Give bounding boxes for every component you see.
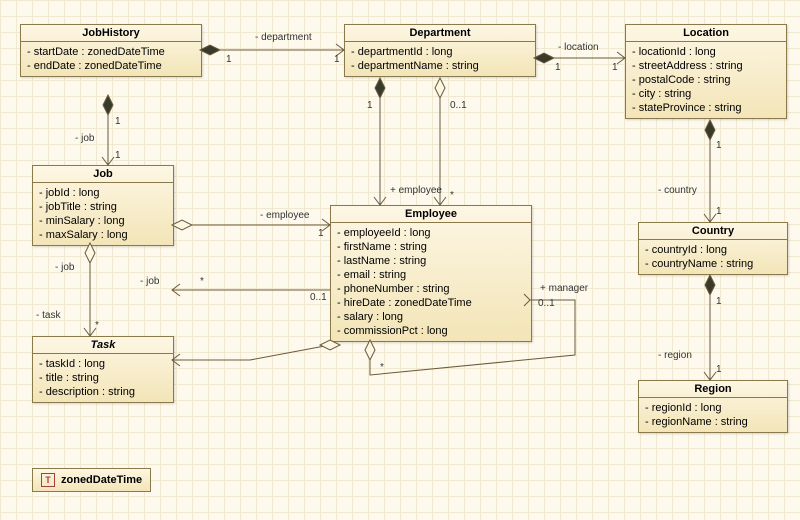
class-region[interactable]: Region - regionId : long - regionName : … [638, 380, 788, 433]
class-attr: - departmentName : string [351, 59, 529, 73]
class-title: Region [694, 383, 731, 395]
mult-label: 1 [318, 228, 324, 239]
class-title: Department [409, 27, 470, 39]
mult-label: * [450, 190, 454, 201]
mult-label: * [200, 276, 204, 287]
mult-label: 1 [334, 54, 340, 65]
mult-label: 1 [115, 116, 121, 127]
class-title: Job [93, 168, 113, 180]
mult-label: 1 [716, 296, 722, 307]
class-attr: - endDate : zonedDateTime [27, 59, 195, 73]
mult-label: 0..1 [450, 100, 467, 111]
assoc-label: - location [558, 42, 599, 53]
mult-label: * [95, 320, 99, 331]
class-attr: - locationId : long [632, 45, 780, 59]
stereotype-icon: T [41, 473, 55, 487]
class-title: Location [683, 27, 729, 39]
class-title: Country [692, 225, 734, 237]
assoc-label: - region [658, 350, 692, 361]
class-attr: - jobId : long [39, 186, 167, 200]
assoc-label: - job [75, 133, 94, 144]
assoc-label: - country [658, 185, 697, 196]
class-attr: - employeeId : long [337, 226, 525, 240]
class-attr: - phoneNumber : string [337, 282, 525, 296]
class-attr: - hireDate : zonedDateTime [337, 296, 525, 310]
mult-label: * [380, 362, 384, 373]
class-attr: - postalCode : string [632, 73, 780, 87]
mult-label: 1 [612, 62, 618, 73]
class-attr: - countryName : string [645, 257, 781, 271]
class-title: Employee [405, 208, 457, 220]
mult-label: 1 [716, 140, 722, 151]
assoc-label: - job [55, 262, 74, 273]
assoc-label: - employee [260, 210, 309, 221]
class-country[interactable]: Country - countryId : long - countryName… [638, 222, 788, 275]
class-attr: - email : string [337, 268, 525, 282]
class-title: Task [91, 339, 116, 351]
class-attr: - regionId : long [645, 401, 781, 415]
class-attr: - firstName : string [337, 240, 525, 254]
class-attr: - minSalary : long [39, 214, 167, 228]
class-location[interactable]: Location - locationId : long - streetAdd… [625, 24, 787, 119]
class-title: JobHistory [82, 27, 139, 39]
class-task[interactable]: Task - taskId : long - title : string - … [32, 336, 174, 403]
class-attr: - stateProvince : string [632, 101, 780, 115]
assoc-label: + manager [540, 283, 588, 294]
class-attr: - regionName : string [645, 415, 781, 429]
datatype-zoneddatetime[interactable]: TzonedDateTime [32, 468, 151, 492]
class-attr: - commissionPct : long [337, 324, 525, 338]
mult-label: 1 [115, 150, 121, 161]
datatype-label: zonedDateTime [61, 474, 142, 486]
uml-canvas[interactable]: JobHistory - startDate : zonedDateTime -… [0, 0, 800, 520]
assoc-label: - task [36, 310, 60, 321]
assoc-label: - department [255, 32, 312, 43]
class-attr: - title : string [39, 371, 167, 385]
class-attr: - countryId : long [645, 243, 781, 257]
mult-label: 1 [226, 54, 232, 65]
assoc-label: + employee [390, 185, 442, 196]
class-jobhistory[interactable]: JobHistory - startDate : zonedDateTime -… [20, 24, 202, 77]
mult-label: 1 [716, 364, 722, 375]
class-attr: - streetAddress : string [632, 59, 780, 73]
class-attr: - startDate : zonedDateTime [27, 45, 195, 59]
class-attr: - taskId : long [39, 357, 167, 371]
mult-label: 1 [716, 206, 722, 217]
class-attr: - jobTitle : string [39, 200, 167, 214]
class-attr: - salary : long [337, 310, 525, 324]
class-employee[interactable]: Employee - employeeId : long - firstName… [330, 205, 532, 342]
class-attr: - lastName : string [337, 254, 525, 268]
mult-label: 0..1 [538, 298, 555, 309]
class-attr: - city : string [632, 87, 780, 101]
assoc-label: - job [140, 276, 159, 287]
class-attr: - description : string [39, 385, 167, 399]
class-attr: - departmentId : long [351, 45, 529, 59]
mult-label: 0..1 [310, 292, 327, 303]
class-attr: - maxSalary : long [39, 228, 167, 242]
mult-label: 1 [555, 62, 561, 73]
mult-label: 1 [367, 100, 373, 111]
class-department[interactable]: Department - departmentId : long - depar… [344, 24, 536, 77]
class-job[interactable]: Job - jobId : long - jobTitle : string -… [32, 165, 174, 246]
